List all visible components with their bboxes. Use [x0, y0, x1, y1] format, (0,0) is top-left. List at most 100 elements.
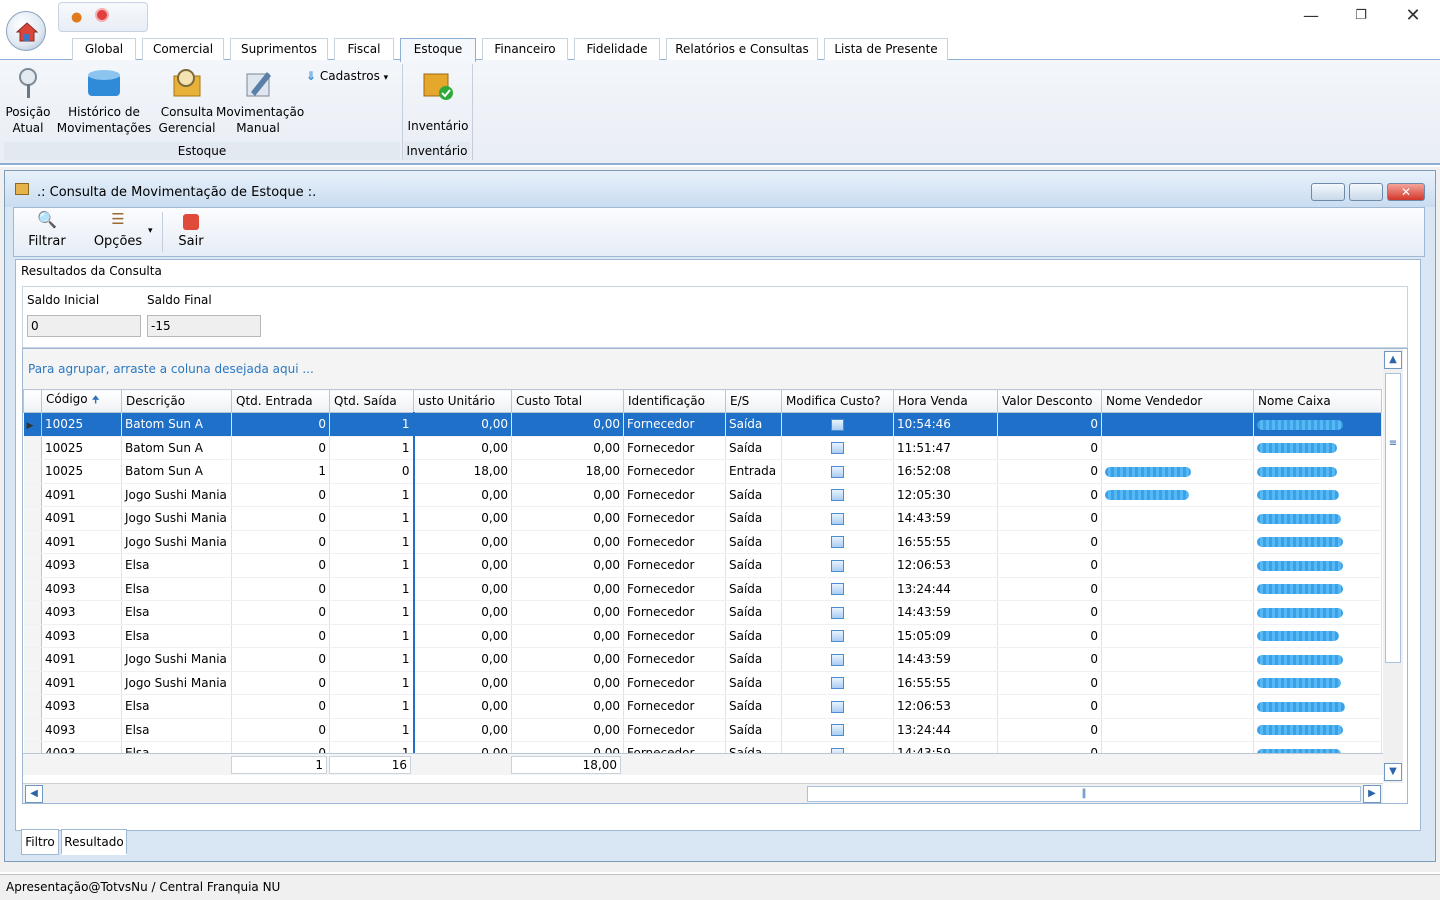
- tab-suprimentos[interactable]: Suprimentos: [230, 38, 328, 60]
- cell-modifica-custo: [781, 506, 894, 531]
- column-header-es[interactable]: E/S: [725, 389, 782, 413]
- checkbox-icon[interactable]: [831, 536, 844, 549]
- checkbox-icon[interactable]: [831, 583, 844, 596]
- table-row[interactable]: 4093 Elsa 0 1 0,00 0,00 Fornecedor Saída 12:06:5…: [23, 694, 1382, 719]
- cell-valor-desconto: 0: [997, 624, 1102, 648]
- close-button[interactable]: ✕: [1398, 6, 1428, 26]
- column-header-qtd-saida[interactable]: Qtd. Saída: [329, 389, 414, 413]
- group-by-panel[interactable]: Para agrupar, arraste a coluna desejada …: [23, 349, 1383, 389]
- column-header-codigo[interactable]: Código 🠉: [41, 389, 122, 413]
- tab-fiscal[interactable]: Fiscal: [334, 38, 394, 60]
- column-header-custo-unitario[interactable]: usto Unitário: [413, 389, 512, 413]
- saldo-final-field[interactable]: -15: [147, 315, 261, 337]
- horizontal-scrollbar[interactable]: ◀ ‖ ▶: [23, 783, 1383, 803]
- cell-hora-venda: 14:43:59: [893, 647, 998, 672]
- saldo-inicial-field[interactable]: 0: [27, 315, 141, 337]
- database-icon: [88, 70, 120, 96]
- consulta-gerencial-button[interactable]: Consulta Gerencial: [158, 66, 216, 136]
- table-row[interactable]: 4091 Jogo Sushi Mania 0 1 0,00 0,00 Fornecedor…: [23, 671, 1382, 695]
- table-row[interactable]: 4093 Elsa 0 1 0,00 0,00 Fornecedor Saída 15:05:0…: [23, 624, 1382, 648]
- redacted-mark: [1257, 584, 1343, 595]
- filtrar-button[interactable]: 🔍 Filtrar: [22, 210, 72, 249]
- cell-custo-total: 0,00: [511, 412, 624, 437]
- tab-fidelidade[interactable]: Fidelidade: [574, 38, 660, 60]
- cell-qtd-saida: 1: [329, 718, 415, 742]
- movimentacao-manual-button[interactable]: Movimentação Manual: [216, 66, 304, 136]
- tab-relatorios[interactable]: Relatórios e Consultas: [666, 38, 818, 60]
- cell-identificacao: Fornecedor: [623, 647, 726, 672]
- cell-nome-caixa: [1253, 412, 1382, 437]
- scroll-down-icon[interactable]: ▼: [1384, 763, 1402, 781]
- historico-movimentacoes-button[interactable]: Histórico de Movimentações ▾: [54, 66, 154, 154]
- minimize-button[interactable]: —: [1296, 6, 1326, 26]
- tab-lista-presente[interactable]: Lista de Presente: [824, 38, 948, 60]
- cell-identificacao: Fornecedor: [623, 624, 726, 648]
- inventario-button[interactable]: Inventário: [406, 66, 470, 134]
- tab-global[interactable]: Global: [72, 38, 136, 60]
- tab-comercial[interactable]: Comercial: [142, 38, 224, 60]
- table-row[interactable]: 4093 Elsa 0 1 0,00 0,00 Fornecedor Saída 13:24:4…: [23, 577, 1382, 601]
- column-header-custo-total[interactable]: Custo Total: [511, 389, 624, 413]
- column-header-nome-vendedor[interactable]: Nome Vendedor: [1101, 389, 1254, 413]
- table-row[interactable]: ▶ 10025 Batom Sun A 0 1 0,00 0,00 Fornecedor Saí…: [23, 412, 1382, 437]
- chevron-down-icon[interactable]: ▾: [148, 226, 153, 236]
- people-icon[interactable]: ●: [71, 10, 82, 25]
- table-row[interactable]: 10025 Batom Sun A 0 1 0,00 0,00 Fornecedor Saíd…: [23, 436, 1382, 460]
- scroll-right-icon[interactable]: ▶: [1363, 785, 1381, 803]
- cell-es: Saída: [725, 436, 782, 460]
- checkbox-icon[interactable]: [831, 630, 844, 643]
- vertical-scroll-thumb[interactable]: ≡: [1385, 373, 1401, 663]
- row-indicator: [23, 506, 42, 531]
- cell-descricao: Elsa: [121, 718, 232, 742]
- table-row[interactable]: 4093 Elsa 0 1 0,00 0,00 Fornecedor Saída 13:24:4…: [23, 718, 1382, 742]
- checkbox-icon[interactable]: [831, 724, 844, 737]
- window-minimize-button[interactable]: [1311, 183, 1345, 201]
- cell-qtd-saida: 1: [329, 506, 415, 531]
- scroll-up-icon[interactable]: ▲: [1384, 351, 1402, 369]
- checkbox-icon[interactable]: [831, 418, 844, 431]
- checkbox-icon[interactable]: [831, 442, 844, 455]
- saldo-panel: Saldo Inicial 0 Saldo Final -15: [22, 286, 1408, 348]
- power-icon[interactable]: [95, 8, 109, 22]
- tab-resultado[interactable]: Resultado: [61, 829, 127, 855]
- consulta-line1: Consulta: [160, 105, 214, 119]
- column-header-hora-venda[interactable]: Hora Venda: [893, 389, 998, 413]
- column-header-descricao[interactable]: Descrição: [121, 389, 232, 413]
- results-panel: Resultados da Consulta Saldo Inicial 0 S…: [15, 259, 1421, 831]
- column-header-modifica-custo[interactable]: Modifica Custo?: [781, 389, 894, 413]
- checkbox-icon[interactable]: [831, 606, 844, 619]
- tab-estoque[interactable]: Estoque: [400, 38, 476, 62]
- horizontal-scroll-thumb[interactable]: ‖: [807, 786, 1361, 802]
- cell-qtd-entrada: 0: [231, 436, 330, 460]
- opcoes-button[interactable]: ☰ Opções: [86, 210, 150, 249]
- table-row[interactable]: 4091 Jogo Sushi Mania 0 1 0,00 0,00 Fornecedor…: [23, 530, 1382, 554]
- restore-button[interactable]: ❐: [1346, 6, 1376, 26]
- cadastros-dropdown[interactable]: ⇓ Cadastros ▾: [306, 68, 398, 86]
- checkbox-icon[interactable]: [831, 677, 844, 690]
- checkbox-icon[interactable]: [831, 465, 844, 478]
- checkbox-icon[interactable]: [831, 700, 844, 713]
- table-row[interactable]: 4091 Jogo Sushi Mania 0 1 0,00 0,00 Fornecedor…: [23, 506, 1382, 531]
- checkbox-icon[interactable]: [831, 559, 844, 572]
- column-header-identificacao[interactable]: Identificação: [623, 389, 726, 413]
- window-maximize-button[interactable]: [1349, 183, 1383, 201]
- table-row[interactable]: 10025 Batom Sun A 1 0 18,00 18,00 Fornecedor En…: [23, 459, 1382, 484]
- checkbox-icon[interactable]: [831, 489, 844, 502]
- vertical-scrollbar[interactable]: ▲ ≡ ▼: [1383, 349, 1403, 783]
- posicao-atual-button[interactable]: Posição Atual: [4, 66, 52, 136]
- window-close-button[interactable]: ✕: [1387, 183, 1425, 201]
- scroll-left-icon[interactable]: ◀: [25, 785, 43, 803]
- table-row[interactable]: 4093Elsa010,000,00FornecedorSaída14:43:5…: [23, 600, 1382, 625]
- sair-button[interactable]: Sair: [170, 210, 212, 249]
- checkbox-icon[interactable]: [831, 653, 844, 666]
- checkbox-icon[interactable]: [831, 512, 844, 525]
- column-header-nome-caixa[interactable]: Nome Caixa: [1253, 389, 1382, 413]
- table-row[interactable]: 4091 Jogo Sushi Mania 0 1 0,00 0,00 Fornecedor…: [23, 483, 1382, 507]
- column-header-valor-desconto[interactable]: Valor Desconto: [997, 389, 1102, 413]
- column-header-qtd-entrada[interactable]: Qtd. Entrada: [231, 389, 330, 413]
- tab-financeiro[interactable]: Financeiro: [482, 38, 568, 60]
- tab-filtro[interactable]: Filtro: [21, 829, 59, 855]
- table-row[interactable]: 4091 Jogo Sushi Mania 0 1 0,00 0,00 Fornecedor…: [23, 647, 1382, 672]
- app-menu-orb[interactable]: [6, 11, 46, 51]
- table-row[interactable]: 4093 Elsa 0 1 0,00 0,00 Fornecedor Saída 12:06:5…: [23, 553, 1382, 578]
